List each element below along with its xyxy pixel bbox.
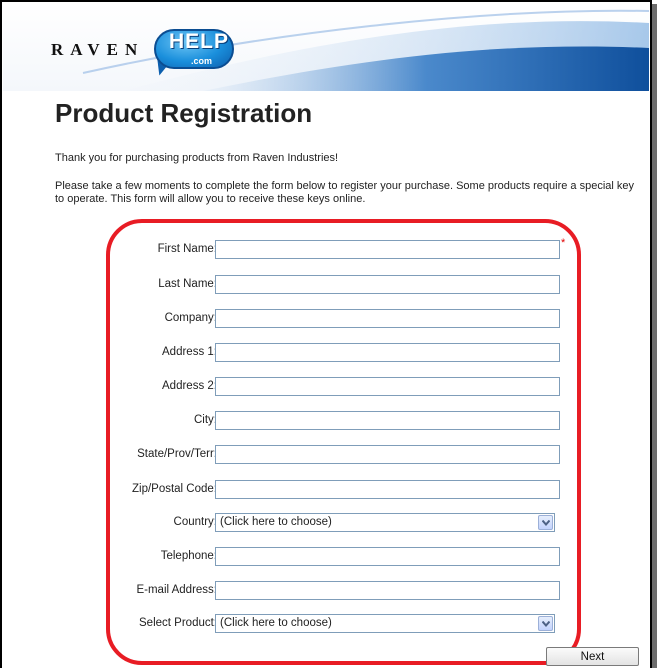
telephone-label: Telephone: [160,550,217,562]
email-input[interactable] [215,581,560,600]
product-dropdown-button[interactable] [538,616,553,631]
address2-label: Address 2: [162,380,217,392]
form-row-address2: Address 2: [110,377,580,397]
zip-input[interactable] [215,480,560,499]
telephone-input[interactable] [215,547,560,566]
page-title: Product Registration [55,98,313,128]
country-label: Country: [173,516,217,528]
address1-input[interactable] [215,343,560,362]
country-dropdown-button[interactable] [538,515,553,530]
state-input[interactable] [215,445,560,464]
form-row-product: Select Product: (Click here to choose) [110,614,580,634]
form-row-telephone: Telephone: [110,547,580,567]
form-row-country: Country: (Click here to choose) [110,513,580,533]
company-input[interactable] [215,309,560,328]
email-label: E-mail Address: [136,584,217,596]
intro-text: Thank you for purchasing products from R… [55,152,339,164]
form-row-last-name: Last Name: [110,275,580,295]
chevron-down-icon [542,520,550,526]
next-button[interactable]: Next [546,647,639,666]
first-name-label: First Name: [157,243,217,255]
chevron-down-icon [542,621,550,627]
address1-label: Address 1: [162,346,217,358]
first-name-input[interactable] [215,240,560,259]
required-marker: * [561,237,566,249]
last-name-label: Last Name: [158,278,217,290]
state-label: State/Prov/Terr: [137,448,217,460]
last-name-input[interactable] [215,275,560,294]
city-input[interactable] [215,411,560,430]
form-row-email: E-mail Address: [110,581,580,601]
instructions-text: Please take a few moments to complete th… [55,180,635,205]
form-row-address1: Address 1: [110,343,580,363]
city-label: City: [194,414,217,426]
frame-shadow [652,4,657,668]
product-label: Select Product: [139,617,217,629]
country-select[interactable]: (Click here to choose) [215,513,555,532]
logo-raven-text: RAVEN [51,40,145,59]
form-row-zip: Zip/Postal Code: [110,480,580,500]
address2-input[interactable] [215,377,560,396]
form-row-city: City: [110,411,580,431]
zip-label: Zip/Postal Code: [131,483,217,495]
product-selected-value: (Click here to choose) [220,617,332,629]
form-row-state: State/Prov/Terr: [110,445,580,465]
product-select[interactable]: (Click here to choose) [215,614,555,633]
form-row-first-name: First Name: * [110,237,580,260]
country-selected-value: (Click here to choose) [220,516,332,528]
logo-help-text: HELP [169,30,230,53]
header-banner: RAVEN HELP .com [3,3,649,91]
logo-com-text: .com [191,56,213,66]
form-row-company: Company: [110,309,580,329]
company-label: Company: [164,312,217,324]
